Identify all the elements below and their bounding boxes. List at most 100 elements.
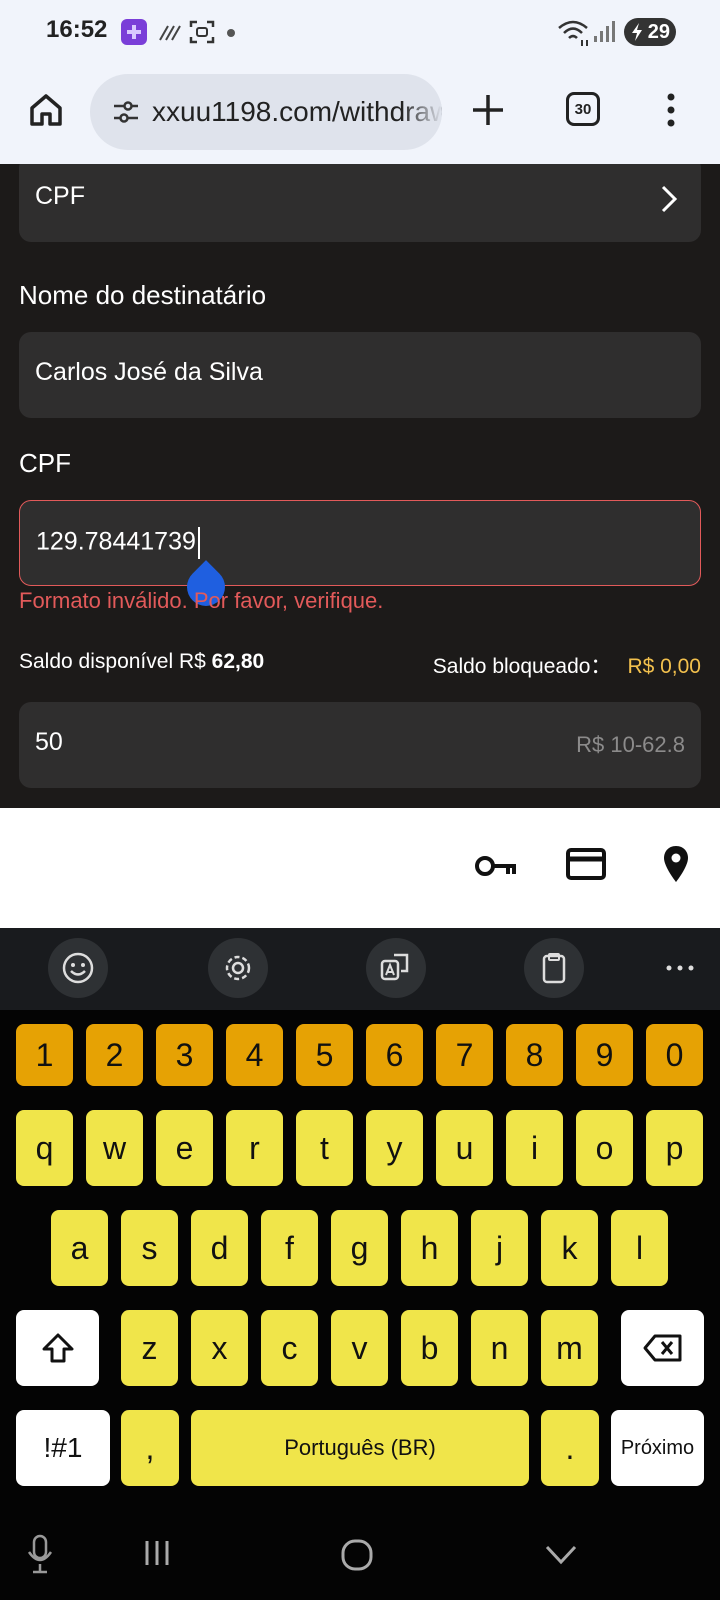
available-balance-value: 62,80 xyxy=(211,650,265,673)
recipient-name-input[interactable]: Carlos José da Silva xyxy=(19,332,701,418)
wifi-icon xyxy=(558,20,588,46)
text-cursor xyxy=(197,527,200,559)
key-5[interactable]: 5 xyxy=(296,1024,353,1086)
keyboard: 1 2 3 4 5 6 7 8 9 0 q w e r t y u i o p … xyxy=(0,1010,720,1518)
key-n[interactable]: n xyxy=(471,1310,528,1386)
key-h[interactable]: h xyxy=(401,1210,458,1286)
microphone-icon[interactable] xyxy=(26,1534,54,1574)
hide-keyboard-icon[interactable] xyxy=(544,1544,578,1566)
home-icon[interactable] xyxy=(26,90,66,130)
recent-apps-icon[interactable] xyxy=(142,1538,172,1568)
key-y[interactable]: y xyxy=(366,1110,423,1186)
key-c[interactable]: c xyxy=(261,1310,318,1386)
cpf-value: 129.78441739 xyxy=(36,527,196,556)
key-7[interactable]: 7 xyxy=(436,1024,493,1086)
blocked-balance: Saldo bloqueado： R$ 0,00 xyxy=(432,655,701,678)
available-balance: Saldo disponível R$ 62,80 xyxy=(19,650,265,673)
key-0[interactable]: 0 xyxy=(646,1024,703,1086)
symbols-key[interactable]: !#1 xyxy=(16,1410,110,1486)
autofill-bar xyxy=(0,808,720,928)
tab-switcher-button[interactable]: 30 xyxy=(566,92,600,126)
document-type-value: CPF xyxy=(35,182,85,210)
key-o[interactable]: o xyxy=(576,1110,633,1186)
recipient-label: Nome do destinatário xyxy=(19,280,267,310)
charging-icon xyxy=(632,23,642,41)
key-8[interactable]: 8 xyxy=(506,1024,563,1086)
more-vert-icon[interactable] xyxy=(666,92,676,128)
cpf-input[interactable]: 129.78441739 xyxy=(19,500,701,586)
key-6[interactable]: 6 xyxy=(366,1024,423,1086)
key-r[interactable]: r xyxy=(226,1110,283,1186)
key-j[interactable]: j xyxy=(471,1210,528,1286)
key-z[interactable]: z xyxy=(121,1310,178,1386)
more-horiz-icon xyxy=(666,965,694,971)
key-d[interactable]: d xyxy=(191,1210,248,1286)
signal-lines-icon xyxy=(159,25,181,41)
key-g[interactable]: g xyxy=(331,1210,388,1286)
browser-toolbar: xxuu1198.com/withdraw 30 xyxy=(0,64,720,164)
clipboard-button[interactable] xyxy=(524,938,584,998)
keyboard-settings-button[interactable] xyxy=(208,938,268,998)
shift-key[interactable] xyxy=(16,1310,99,1386)
key-s[interactable]: s xyxy=(121,1210,178,1286)
key-b[interactable]: b xyxy=(401,1310,458,1386)
next-key[interactable]: Próximo xyxy=(611,1410,704,1486)
credit-card-icon[interactable] xyxy=(566,848,606,880)
toolbar-more-button[interactable] xyxy=(660,938,700,998)
address-bar[interactable]: xxuu1198.com/withdraw xyxy=(90,74,442,150)
battery-indicator: 29 xyxy=(624,18,676,46)
key-l[interactable]: l xyxy=(611,1210,668,1286)
key-1[interactable]: 1 xyxy=(16,1024,73,1086)
key-4[interactable]: 4 xyxy=(226,1024,283,1086)
keyboard-toolbar xyxy=(0,928,720,1010)
key-2[interactable]: 2 xyxy=(86,1024,143,1086)
screenshot-icon xyxy=(189,20,215,44)
key-v[interactable]: v xyxy=(331,1310,388,1386)
withdraw-form: CPF Nome do destinatário Carlos José da … xyxy=(0,164,720,808)
document-type-select[interactable]: CPF xyxy=(19,164,701,242)
key-u[interactable]: u xyxy=(436,1110,493,1186)
period-key[interactable]: . xyxy=(541,1410,599,1486)
translate-button[interactable] xyxy=(366,938,426,998)
url-text: xxuu1198.com/withdraw xyxy=(152,96,442,127)
key-k[interactable]: k xyxy=(541,1210,598,1286)
backspace-key[interactable] xyxy=(621,1310,704,1386)
comma-key[interactable]: , xyxy=(121,1410,179,1486)
cpf-error-message: Formato inválido. Por favor, verifique. xyxy=(19,588,384,613)
key-p[interactable]: p xyxy=(646,1110,703,1186)
backspace-icon xyxy=(643,1334,681,1362)
tab-count: 30 xyxy=(574,100,592,118)
notification-dot-icon xyxy=(227,29,235,37)
blocked-balance-value: R$ 0,00 xyxy=(627,655,701,678)
key-x[interactable]: x xyxy=(191,1310,248,1386)
space-key[interactable]: Português (BR) xyxy=(191,1410,529,1486)
key-w[interactable]: w xyxy=(86,1110,143,1186)
cpf-label: CPF xyxy=(19,448,71,478)
shift-icon xyxy=(42,1333,73,1363)
clipboard-icon xyxy=(542,953,566,984)
location-pin-icon[interactable] xyxy=(662,844,690,884)
new-tab-icon[interactable] xyxy=(470,92,506,128)
key-9[interactable]: 9 xyxy=(576,1024,633,1086)
key-icon[interactable] xyxy=(474,852,518,880)
key-a[interactable]: a xyxy=(51,1210,108,1286)
key-q[interactable]: q xyxy=(16,1110,73,1186)
emoji-button[interactable] xyxy=(48,938,108,998)
battery-level: 29 xyxy=(647,20,670,43)
site-settings-icon[interactable] xyxy=(112,98,140,126)
status-time: 16:52 xyxy=(46,16,108,43)
key-i[interactable]: i xyxy=(506,1110,563,1186)
amount-range-hint: R$ 10-62.8 xyxy=(576,732,685,757)
emoji-icon xyxy=(62,952,94,984)
key-3[interactable]: 3 xyxy=(156,1024,213,1086)
home-nav-icon[interactable] xyxy=(340,1538,374,1572)
key-e[interactable]: e xyxy=(156,1110,213,1186)
game-app-icon xyxy=(121,19,147,45)
chevron-right-icon xyxy=(661,185,678,213)
key-t[interactable]: t xyxy=(296,1110,353,1186)
translate-icon xyxy=(380,953,409,981)
amount-input[interactable]: 50 R$ 10-62.8 xyxy=(19,702,701,788)
recipient-name-value: Carlos José da Silva xyxy=(35,358,263,386)
key-m[interactable]: m xyxy=(541,1310,598,1386)
key-f[interactable]: f xyxy=(261,1210,318,1286)
